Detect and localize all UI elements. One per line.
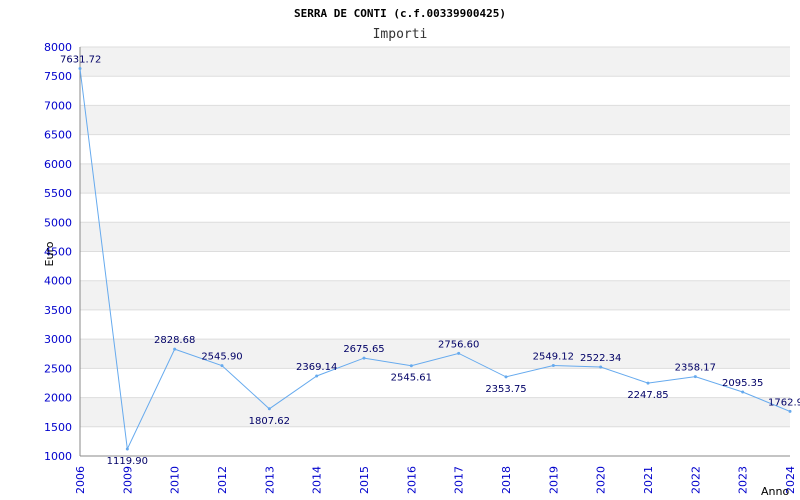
y-axis-label: Euro xyxy=(43,241,56,266)
data-label: 2369.14 xyxy=(296,362,337,373)
data-label: 2353.75 xyxy=(485,384,526,395)
data-label: 2545.61 xyxy=(391,373,432,384)
data-point xyxy=(125,447,129,451)
data-point xyxy=(646,381,650,385)
x-tick-label: 2006 xyxy=(74,466,87,494)
y-tick-label: 3000 xyxy=(44,333,72,346)
y-tick-label: 2500 xyxy=(44,362,72,375)
plot-band xyxy=(80,251,790,281)
y-tick-label: 7000 xyxy=(44,99,72,112)
y-tick-label: 5500 xyxy=(44,187,72,200)
x-tick-label: 2010 xyxy=(169,466,182,494)
data-label: 2247.85 xyxy=(627,390,668,401)
plot-band xyxy=(80,280,790,310)
data-point xyxy=(457,351,461,355)
data-point xyxy=(315,374,319,378)
x-tick-label: 2014 xyxy=(311,466,324,494)
y-tick-label: 4000 xyxy=(44,275,72,288)
y-tick-label: 8000 xyxy=(44,41,72,54)
x-tick-label: 2022 xyxy=(689,466,702,494)
x-tick-label: 2016 xyxy=(405,466,418,494)
y-tick-label: 6000 xyxy=(44,158,72,171)
plot-band xyxy=(80,47,790,77)
x-tick-label: 2018 xyxy=(500,466,513,494)
plot-band xyxy=(80,222,790,252)
data-label: 2549.12 xyxy=(533,351,574,362)
x-tick-label: 2012 xyxy=(216,466,229,494)
data-point xyxy=(267,407,271,411)
y-tick-label: 1000 xyxy=(44,450,72,463)
chart-container: 1000 1500 2000 2500 3000 3500 4000 4500 5000 5500… xyxy=(0,0,800,500)
data-label: 2828.68 xyxy=(154,335,195,346)
plot-band xyxy=(80,76,790,106)
data-point xyxy=(409,364,413,368)
y-tick-label: 2000 xyxy=(44,392,72,405)
data-point xyxy=(173,347,177,351)
data-point xyxy=(551,363,555,367)
y-tick-label: 5000 xyxy=(44,216,72,229)
plot-band xyxy=(80,163,790,194)
x-tick-labels: 2006 2009 2010 2012 2013 2014 2015 2016 2017 2018… xyxy=(74,466,797,494)
x-tick-label: 2017 xyxy=(453,466,466,494)
data-label: 1119.90 xyxy=(107,456,148,467)
data-point xyxy=(220,364,224,368)
data-point xyxy=(741,390,745,394)
plot-band xyxy=(80,397,790,427)
data-point xyxy=(693,375,697,379)
x-tick-label: 2023 xyxy=(737,466,750,494)
y-tick-label: 7500 xyxy=(44,70,72,83)
data-point xyxy=(78,67,82,71)
x-tick-label: 2020 xyxy=(595,466,608,494)
plot-band xyxy=(80,105,790,135)
x-tick-label: 2013 xyxy=(263,466,276,494)
plot-band xyxy=(80,426,790,456)
data-label: 7631.72 xyxy=(60,55,101,66)
x-tick-label: 2019 xyxy=(547,466,560,494)
data-label: 2358.17 xyxy=(675,363,716,374)
data-label: 2675.65 xyxy=(343,344,384,355)
data-label: 2095.35 xyxy=(722,378,763,389)
plot-band xyxy=(80,193,790,223)
x-tick-label: 2021 xyxy=(642,466,655,494)
plot-band xyxy=(80,134,790,164)
x-tick-label: 2009 xyxy=(121,466,134,494)
chart-title: SERRA DE CONTI (c.f.00339900425) xyxy=(294,7,506,20)
data-point xyxy=(788,409,792,413)
data-point xyxy=(504,375,508,379)
y-tick-label: 1500 xyxy=(44,421,72,434)
x-tick-label: 2015 xyxy=(358,466,371,494)
y-tick-label: 3500 xyxy=(44,304,72,317)
data-point xyxy=(599,365,603,369)
data-label: 1807.62 xyxy=(249,416,290,427)
data-label: 2522.34 xyxy=(580,353,621,364)
x-axis-label: Anno xyxy=(761,485,789,498)
data-label: 2756.60 xyxy=(438,339,479,350)
data-point xyxy=(362,356,366,360)
y-tick-label: 6500 xyxy=(44,129,72,142)
data-label: 1762.9 xyxy=(768,397,800,408)
data-label: 2545.90 xyxy=(201,352,242,363)
line-chart: 1000150020002500300035004000450050005500… xyxy=(43,7,800,498)
chart-subtitle: Importi xyxy=(373,27,428,42)
